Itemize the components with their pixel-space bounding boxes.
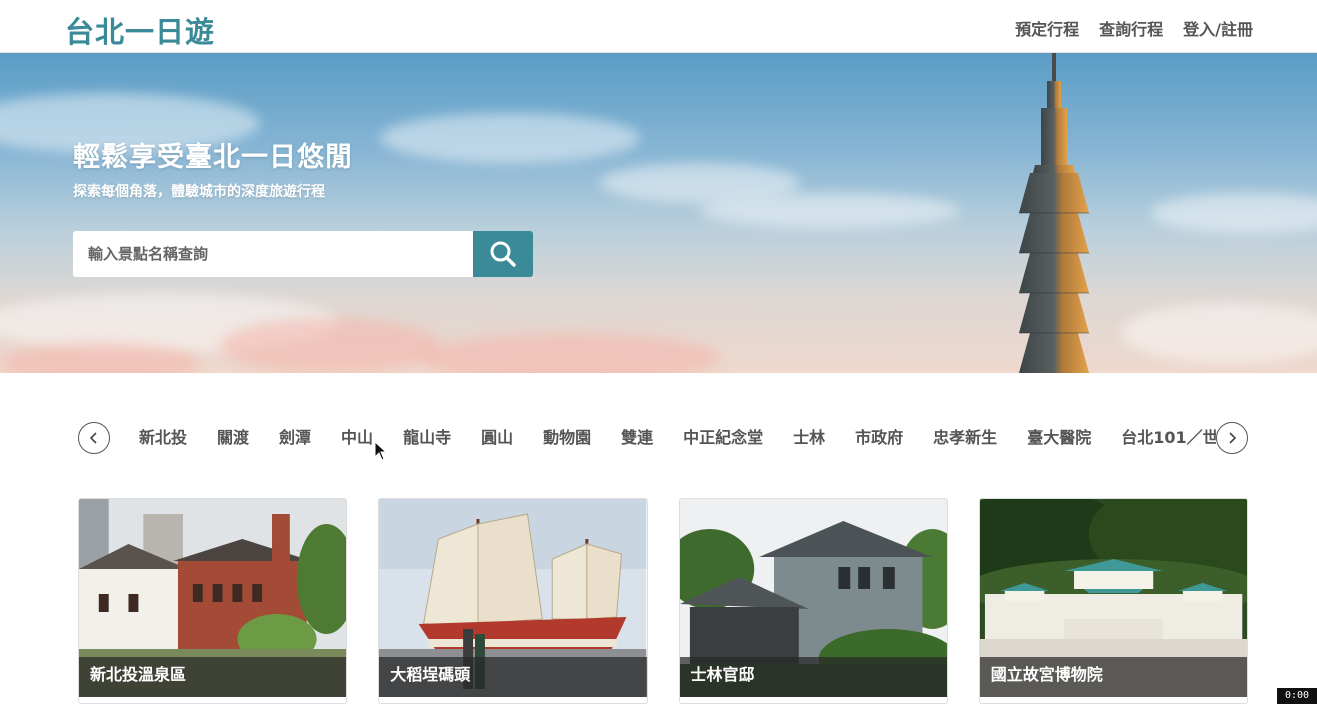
district-item[interactable]: 劍潭 — [264, 420, 326, 456]
top-nav: 預定行程 查詢行程 登入/註冊 — [1015, 16, 1253, 40]
attraction-search-input[interactable] — [73, 231, 473, 277]
district-item[interactable]: 關渡 — [202, 420, 264, 456]
attraction-card[interactable]: 國立故宮博物院 — [978, 498, 1248, 704]
attraction-card[interactable]: 新北投溫泉區 — [78, 498, 348, 704]
chevron-left-icon — [89, 432, 97, 444]
site-logo[interactable]: 台北一日遊 — [65, 9, 215, 51]
hero-title: 輕鬆享受臺北一日悠閒 — [73, 142, 353, 173]
hero-banner: 輕鬆享受臺北一日悠閒 探索每個角落，體驗城市的深度旅遊行程 — [0, 53, 1317, 373]
chevron-right-icon — [1229, 432, 1237, 444]
attraction-name: 國立故宮博物院 — [979, 657, 1247, 697]
recording-timer: 0:00 — [1277, 688, 1317, 704]
nav-query-trip[interactable]: 查詢行程 — [1099, 16, 1163, 40]
attraction-card[interactable]: 士林官邸 — [678, 498, 948, 704]
district-item[interactable]: 中正紀念堂 — [668, 420, 778, 456]
nav-book-trip[interactable]: 預定行程 — [1015, 16, 1079, 40]
search-icon — [490, 241, 516, 267]
attraction-name: 新北投溫泉區 — [79, 657, 347, 697]
district-list: 新北投 關渡 劍潭 中山 龍山寺 圓山 動物園 雙連 中正紀念堂 士林 市政府 忠孝新生 臺大醫院 台北1… — [124, 420, 1216, 456]
mouse-cursor-icon — [374, 441, 388, 461]
site-header: 台北一日遊 預定行程 查詢行程 登入/註冊 — [0, 0, 1317, 53]
district-item[interactable]: 士林 — [778, 420, 840, 456]
attraction-name: 士林官邸 — [679, 657, 947, 697]
district-item[interactable]: 市政府 — [840, 420, 918, 456]
attraction-name: 大稻埕碼頭 — [379, 657, 647, 697]
attraction-card[interactable]: 大稻埕碼頭 — [378, 498, 648, 704]
carousel-prev-button[interactable] — [78, 422, 110, 454]
district-item[interactable]: 新北投 — [124, 420, 202, 456]
search-button[interactable] — [473, 231, 533, 277]
district-item[interactable]: 雙連 — [606, 420, 668, 456]
district-item[interactable]: 圓山 — [466, 420, 528, 456]
district-item[interactable]: 台北101／世貿 — [1106, 420, 1216, 456]
district-item[interactable]: 忠孝新生 — [918, 420, 1012, 456]
attraction-card-grid: 新北投溫泉區 大稻埕碼頭 士林官邸 國立故宮博物院 — [78, 498, 1248, 704]
hero-subtitle: 探索每個角落，體驗城市的深度旅遊行程 — [73, 184, 325, 200]
district-item[interactable]: 動物園 — [528, 420, 606, 456]
district-item[interactable]: 臺大醫院 — [1012, 420, 1106, 456]
carousel-next-button[interactable] — [1216, 422, 1248, 454]
district-item[interactable]: 龍山寺 — [388, 420, 466, 456]
nav-login-register[interactable]: 登入/註冊 — [1183, 16, 1253, 40]
district-carousel: 新北投 關渡 劍潭 中山 龍山寺 圓山 動物園 雙連 中正紀念堂 士林 市政府 忠孝新生 臺大醫院 台北1… — [78, 420, 1248, 456]
taipei-101-tower-image — [1019, 53, 1089, 373]
